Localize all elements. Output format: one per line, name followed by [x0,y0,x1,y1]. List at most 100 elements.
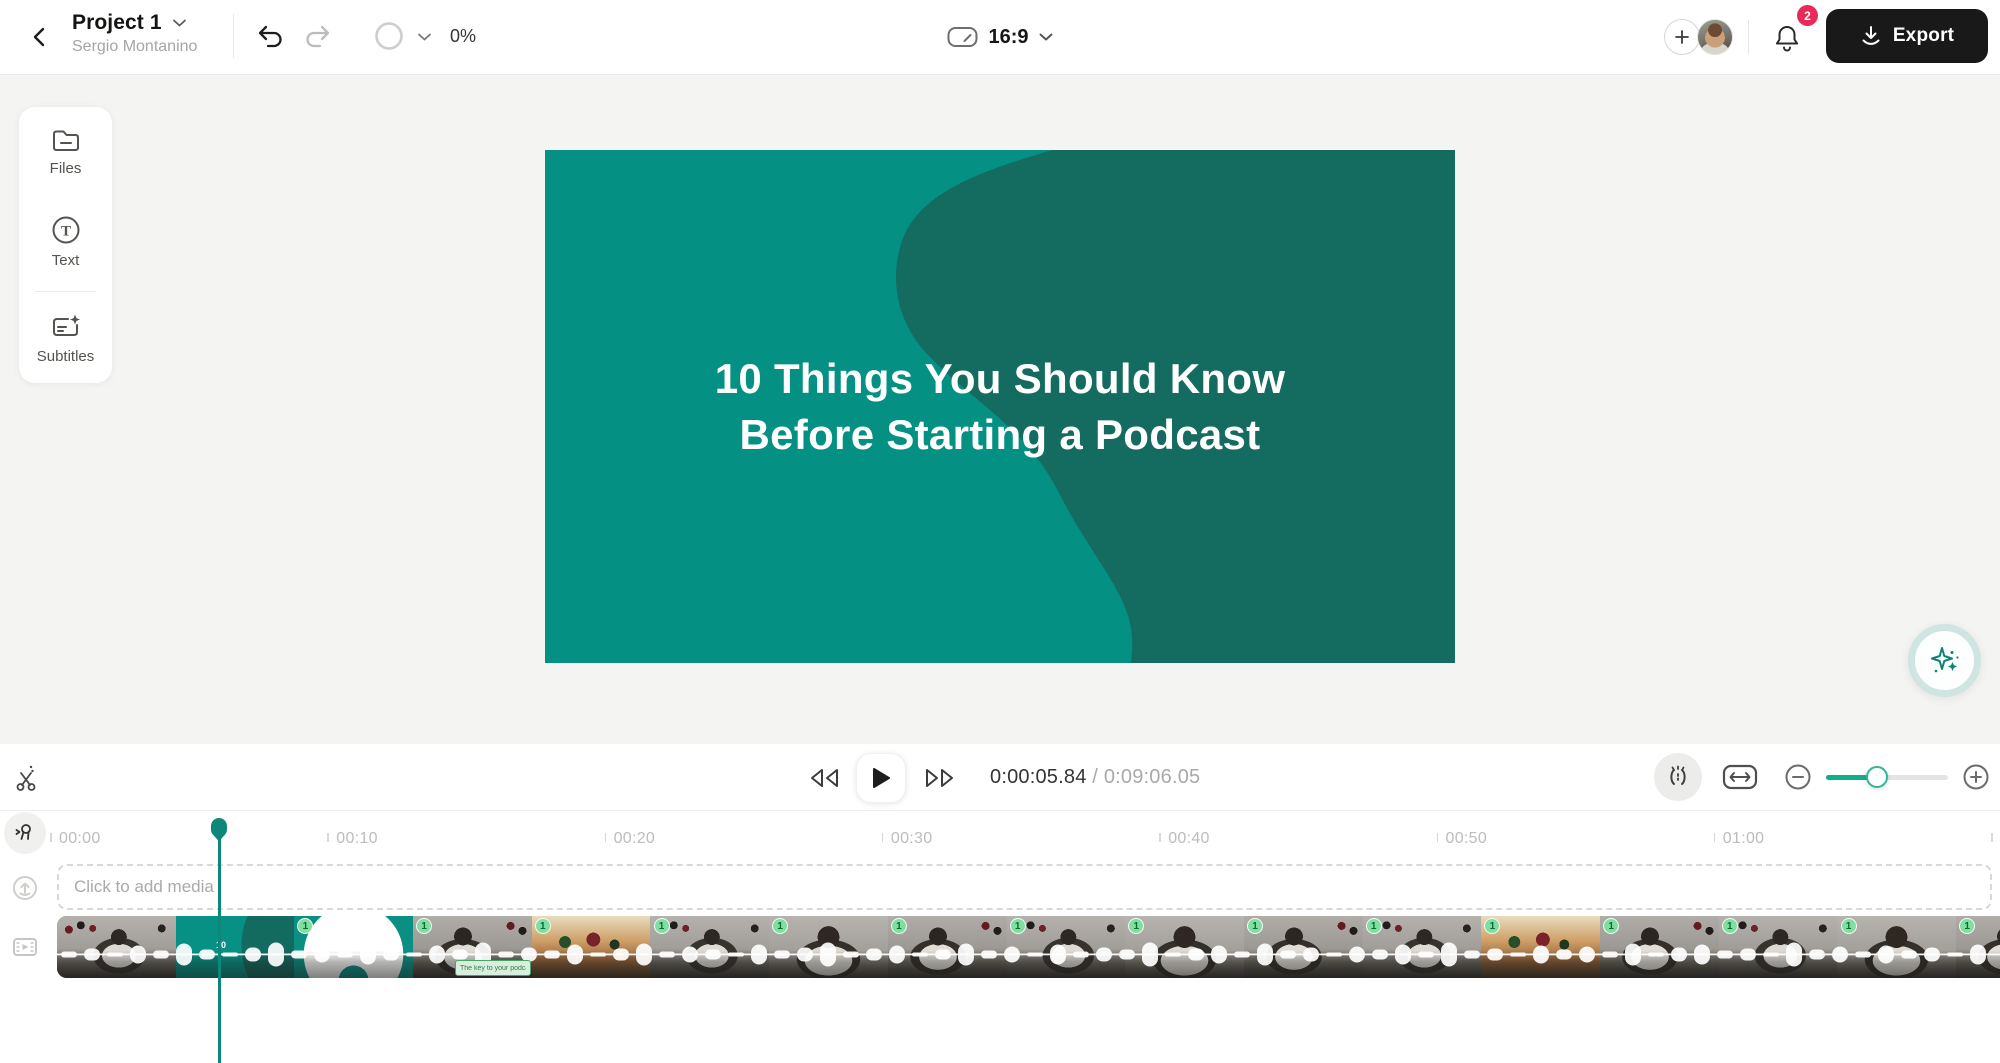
sidebar-item-label: Files [50,160,82,177]
sparkles-icon [1927,644,1963,678]
ruler-tick [50,833,52,842]
ruler-label: 00:00 [59,830,101,848]
fast-forward-button[interactable] [922,765,958,791]
plus-icon [1674,29,1690,45]
playback-toolbar: 0:00:05.84 / 0:09:06.05 [0,744,2000,811]
fast-forward-icon [923,766,957,790]
ruler-tick [1437,833,1439,842]
avatar[interactable] [1697,19,1733,55]
export-label: Export [1893,25,1954,47]
time-display: 0:00:05.84 / 0:09:06.05 [990,744,1200,810]
rewind-button[interactable] [806,765,842,791]
total-duration: 0:09:06.05 [1104,766,1201,789]
sidebar-item-files[interactable]: Files [19,127,112,177]
video-track[interactable]: 10 111111111111111 The key to your podca… [57,916,2000,978]
timeline-ruler[interactable]: 00:0000:1000:2000:3000:4000:5001:00 [0,810,2000,856]
project-owner: Sergio Montanino [72,38,197,56]
export-button[interactable]: Export [1826,9,1988,63]
clip-thumbnail-person-a[interactable] [57,916,176,978]
ai-assistant-button[interactable] [1908,624,1981,697]
notifications-button[interactable] [1770,21,1804,55]
split-view-button[interactable] [1654,753,1702,801]
save-progress-indicator[interactable] [374,21,404,51]
ruler-label: 00:20 [614,830,656,848]
play-button[interactable] [856,753,906,803]
ruler-label: 01:00 [1723,830,1765,848]
undo-icon [256,24,284,50]
marker-badge[interactable]: 1 [654,918,670,934]
video-editor-app: Project 1 Sergio Montanino [0,0,2000,1063]
marker-badge[interactable]: 1 [1247,918,1263,934]
ruler-tick [1159,833,1161,842]
timeline-zoom-slider[interactable] [1826,772,1948,782]
playhead[interactable] [210,817,228,1063]
current-time: 0:00:05.84 [990,766,1087,789]
video-preview-canvas[interactable]: 10 Things You Should Know Before Startin… [545,150,1455,663]
save-progress-dropdown[interactable] [415,30,433,44]
ruler-tick [882,833,884,842]
slider-knob[interactable] [1866,766,1888,788]
marker-badge[interactable]: 1 [891,918,907,934]
ruler-label: 00:10 [336,830,378,848]
chevron-down-icon [172,18,187,28]
header: Project 1 Sergio Montanino [0,0,2000,75]
project-title-dropdown[interactable]: Project 1 [72,11,197,35]
marker-badge[interactable]: 1 [1841,918,1857,934]
clip-thumbnail-title-teal[interactable]: 10 [176,916,295,978]
marker-badge[interactable]: 1 [1366,918,1382,934]
sidebar-divider [35,291,96,292]
header-divider [1748,20,1749,54]
progress-ring-icon [374,21,404,51]
video-track-thumbnails: 10 [57,916,2000,978]
aspect-ratio-selector[interactable]: 16:9 [946,0,1053,74]
ruler-tick [1714,833,1716,842]
marker-badge[interactable]: 1 [1010,918,1026,934]
notification-badge: 2 [1797,5,1818,26]
marker-badge[interactable]: 1 [1603,918,1619,934]
play-icon [871,767,891,789]
aspect-ratio-value: 16:9 [988,26,1028,49]
sidebar-item-subtitles[interactable]: Subtitles [19,313,112,365]
chevron-down-icon [417,32,432,42]
svg-text:T: T [60,224,70,240]
fit-timeline-button[interactable] [1720,760,1760,794]
chevron-down-icon [1039,32,1054,42]
ruler-tick [1991,833,1993,842]
project-info: Project 1 Sergio Montanino [72,11,197,56]
redo-button[interactable] [300,20,336,54]
marker-badge[interactable]: 1 [535,918,551,934]
zoom-in-button[interactable] [1962,763,1990,791]
aspect-ratio-icon [946,24,978,50]
video-track-icon[interactable] [10,932,40,962]
save-progress-value: 0% [450,26,476,47]
split-clip-button[interactable] [10,761,44,795]
invite-add-button[interactable] [1664,19,1700,55]
chevron-left-icon [29,26,51,48]
add-media-track-icon[interactable] [10,873,40,903]
main-area: Files T Text Subtitles [0,74,2000,744]
playhead-line [218,835,221,1063]
bell-icon [1773,23,1801,53]
canvas-title-line2: Before Starting a Podcast [740,407,1261,463]
ruler-label: 00:30 [891,830,933,848]
undo-button[interactable] [252,20,288,54]
split-burst-icon [1666,765,1690,789]
back-button[interactable] [24,21,56,53]
sidebar-item-label: Text [52,252,80,269]
fit-width-icon [1722,762,1758,792]
rewind-icon [807,766,841,790]
download-icon [1860,25,1882,47]
marker-badge[interactable]: 1 [416,918,432,934]
subtitles-icon [50,313,82,341]
redo-icon [304,24,332,50]
zoom-out-button[interactable] [1784,763,1812,791]
folder-icon [51,127,81,153]
add-media-track[interactable]: Click to add media [57,864,1992,910]
sidebar-item-text[interactable]: T Text [19,215,112,269]
minus-circle-icon [1784,763,1812,791]
upload-circle-icon [12,875,38,901]
caption-chip[interactable]: The key to your podcast camera [455,960,531,976]
marker-badge[interactable]: 1 [1722,918,1738,934]
ruler-tick [327,833,329,842]
caption-chip-text: The key to your podcast camera [460,965,526,972]
